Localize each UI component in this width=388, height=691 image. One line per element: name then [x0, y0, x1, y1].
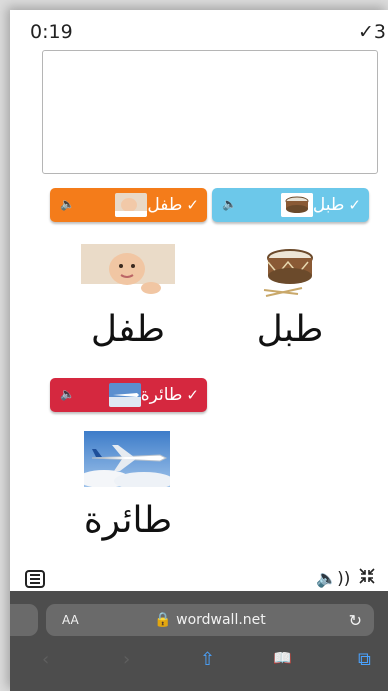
url-text[interactable]: 🔒 wordwall.net — [46, 612, 374, 628]
drum-thumbnail — [280, 193, 313, 217]
previous-tab-pill[interactable] — [10, 604, 38, 636]
chip-plane[interactable]: 🔈 طائرة ✓ — [50, 378, 207, 412]
word-baby: طفل — [90, 309, 166, 350]
chip-plane-label: طائرة — [140, 385, 183, 405]
check-icon: ✓ — [186, 386, 199, 404]
plane-thumbnail — [108, 383, 141, 407]
timer: 0:19 — [30, 21, 73, 43]
collapse-icon[interactable] — [358, 567, 376, 586]
speaker-icon[interactable]: 🔈 — [60, 197, 75, 211]
plane-image — [84, 431, 170, 487]
reload-icon[interactable]: ↻ — [349, 611, 362, 630]
chip-baby[interactable]: 🔈 طفل ✓ — [50, 188, 207, 222]
game-frame: 0:19 ✓3 🔈 طفل ✓ 🔈 طبل ✓ طفل طبل 🔈 طائرة … — [10, 10, 388, 691]
browser-bar: AA 🔒 wordwall.net ↻ ‹ › ⇧ 📖 ⧉ — [10, 591, 388, 691]
menu-icon[interactable] — [25, 570, 45, 588]
sound-icon[interactable]: 🔈)) — [316, 569, 350, 589]
word-drum: طبل — [256, 309, 324, 350]
score-counter: ✓3 — [357, 21, 386, 43]
chip-drum-label: طبل — [312, 195, 345, 215]
chip-drum[interactable]: 🔈 طبل ✓ — [212, 188, 369, 222]
answer-drop-zone[interactable] — [42, 50, 378, 174]
back-icon[interactable]: ‹ — [42, 649, 49, 670]
baby-image — [81, 244, 175, 300]
address-bar[interactable]: AA 🔒 wordwall.net ↻ — [46, 604, 374, 636]
drum-image — [252, 244, 328, 300]
word-plane: طائرة — [83, 500, 173, 541]
speaker-icon[interactable]: 🔈 — [222, 197, 237, 211]
chip-baby-label: طفل — [147, 195, 183, 215]
check-icon: ✓ — [348, 196, 361, 214]
speaker-icon[interactable]: 🔈 — [60, 387, 75, 401]
forward-icon[interactable]: › — [123, 649, 130, 670]
check-icon: ✓ — [186, 196, 199, 214]
share-icon[interactable]: ⇧ — [200, 649, 215, 670]
tabs-icon[interactable]: ⧉ — [358, 649, 371, 670]
bookmarks-icon[interactable]: 📖 — [273, 649, 292, 667]
baby-thumbnail — [115, 193, 148, 217]
